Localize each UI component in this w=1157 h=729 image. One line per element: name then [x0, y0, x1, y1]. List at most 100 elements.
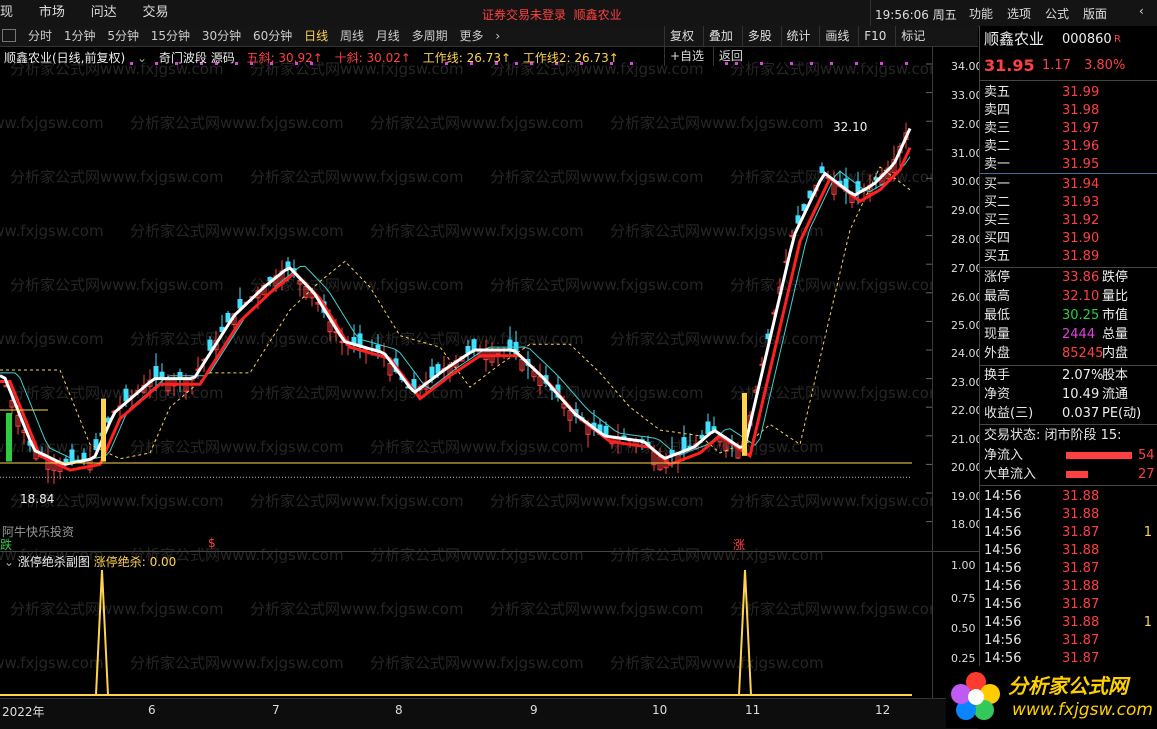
menu-formula[interactable]: 公式 [1045, 5, 1069, 22]
quote-row-value: 31.93 [1062, 195, 1100, 210]
quote-row: 买二 31.93 [980, 193, 1157, 212]
more-chevron-icon[interactable]: › [491, 26, 504, 46]
layout-icon[interactable] [2, 29, 16, 42]
main-legend: 顺鑫农业(日线,前复权) ⌄ 奇门波段 源码 五斜: 30.92↑ 十斜: 30… [4, 49, 627, 66]
watermark-author: 阿牛快乐投资 [2, 525, 75, 539]
menu-options[interactable]: 选项 [1007, 5, 1031, 22]
sub-value: 涨停绝杀: 0.00 [93, 555, 177, 569]
kline-chart-area[interactable]: 分析家公式网www.fxjgsw.com 分析家公式网www.fxjgsw.com… [0, 46, 932, 698]
candle-body [471, 339, 477, 351]
signal-dot [790, 62, 793, 65]
watermark-text: 分析家公式网www.fxjgsw.com [10, 600, 224, 618]
quote-row-label: 14:56 [984, 579, 1022, 594]
period-more[interactable]: 更多 [455, 26, 487, 46]
period-15min[interactable]: 15分钟 [147, 26, 194, 46]
quote-row-value: 31.87 [1062, 561, 1100, 576]
quote-row-label: 卖三 [984, 121, 1011, 136]
watermark-text: 分析家公式网www.fxjgsw.com [730, 600, 932, 618]
last-price: 31.95 [984, 56, 1035, 75]
watermark-text: 分析家公式网www.fxjgsw.com [490, 276, 704, 294]
watermark-text: 分析家公式网www.fxjgsw.com [10, 168, 224, 186]
watermark-text: 分析家公式网www.fxjgsw.com [130, 438, 344, 456]
low-price-label: 18.84 [20, 492, 55, 506]
ma-red-line [0, 146, 912, 472]
price-change: 1.17 [1042, 58, 1071, 73]
divider-book [980, 173, 1157, 174]
quote-row-label: 14:56 [984, 489, 1022, 504]
kline-svg[interactable]: 分析家公式网www.fxjgsw.com 分析家公式网www.fxjgsw.com… [0, 46, 932, 698]
quote-row: 卖四 31.98 [980, 101, 1157, 120]
tool-multistock[interactable]: 多股 [741, 26, 777, 46]
quote-row-value: 31.96 [1062, 139, 1100, 154]
watermark-text: 分析家公式网www.fxjgsw.com [370, 114, 584, 132]
quote-row-value: 31.94 [1062, 177, 1100, 192]
quote-row: 买三 31.92 [980, 211, 1157, 230]
quote-row-label: 外盘 [984, 346, 1011, 361]
period-5min[interactable]: 5分钟 [103, 26, 143, 46]
login-status[interactable]: 证券交易未登录 顺鑫农业 [482, 6, 622, 23]
period-monthly[interactable]: 月线 [372, 26, 404, 46]
quote-row-extra: 跌停 [1102, 270, 1129, 285]
price-tick-label: 21.00 [951, 433, 983, 446]
stock-name: 顺鑫农业 [984, 30, 1045, 48]
quote-row-value: 10.49 [1062, 387, 1100, 402]
tool-stats[interactable]: 统计 [780, 26, 816, 46]
signal-bar-yellow [742, 392, 747, 456]
watermark-text: 分析家公式网www.fxjgsw.com [370, 330, 584, 348]
sub-title[interactable]: 涨停绝杀副图 [18, 555, 90, 569]
watermark-text: 分析家公式网www.fxjgsw.com [130, 222, 344, 240]
candle-body [123, 388, 129, 402]
period-weekly[interactable]: 周线 [336, 26, 368, 46]
legend-shixie: 十斜: 30.02↑ [334, 51, 411, 65]
period-daily[interactable]: 日线 [300, 26, 332, 46]
period-multi[interactable]: 多周期 [408, 26, 452, 46]
period-1min[interactable]: 1分钟 [60, 26, 100, 46]
tick-row: 14:56 31.87 [980, 631, 1157, 650]
tool-fuquan[interactable]: 复权 [664, 26, 699, 46]
tool-f10[interactable]: F10 [858, 26, 891, 46]
legend-work-line: 工作线: 26.73↑ [422, 51, 512, 65]
tick-row: 14:56 31.88 [980, 541, 1157, 560]
period-60min[interactable]: 60分钟 [249, 26, 296, 46]
quote-row: 现量 2444 总量 [980, 325, 1157, 344]
menu-item-market[interactable]: 市场 [39, 0, 65, 26]
quote-row-value: 31.88 [1062, 579, 1100, 594]
formula-name[interactable]: 奇门波段 源码 [159, 51, 235, 65]
ma-cyan-line [0, 156, 911, 462]
tick-row: 14:56 31.87 [980, 559, 1157, 578]
tool-mark[interactable]: 标记 [895, 26, 930, 46]
tool-overlay[interactable]: 叠加 [702, 26, 738, 46]
quote-row-label: 买五 [984, 249, 1011, 264]
quote-row-value: 31.92 [1062, 213, 1100, 228]
quote-row-label: 大单流入 [984, 467, 1037, 482]
quote-row-value: 30.25 [1062, 308, 1100, 323]
menu-item-now[interactable]: 现 [0, 0, 13, 26]
quote-row-value: 31.89 [1062, 249, 1100, 264]
menu-function[interactable]: 功能 [969, 5, 993, 22]
watermark-text: 分析家公式网www.fxjgsw.com [10, 276, 224, 294]
price-tick-label: 26.00 [951, 291, 983, 304]
sub-toggle-icon[interactable]: ⌄ [4, 555, 14, 569]
x-label-year: 2022年 [2, 705, 45, 719]
quote-row-label: 涨停 [984, 270, 1011, 285]
period-30min[interactable]: 30分钟 [198, 26, 245, 46]
watermark-text: 分析家公式网www.fxjgsw.com [0, 330, 104, 348]
time-axis: 2022年 6 7 8 9 10 11 12 [0, 698, 978, 729]
period-fenshi[interactable]: 分时 [24, 26, 56, 46]
quote-row: 买一 31.94 [980, 175, 1157, 194]
axis-divider [933, 551, 979, 552]
signal-dot [735, 62, 738, 65]
sub-tick-label: 1.00 [951, 559, 976, 572]
collapse-chevron-icon[interactable]: ‹ [1139, 4, 1144, 18]
watermark-text: 分析家公式网www.fxjgsw.com [610, 114, 824, 132]
quote-row-label: 净流入 [984, 448, 1024, 463]
divider-state [980, 424, 1157, 425]
menu-item-trade[interactable]: 交易 [143, 0, 169, 26]
menu-layout[interactable]: 版面 [1083, 5, 1107, 22]
formula-toggle-icon[interactable]: ⌄ [137, 51, 147, 65]
menu-item-wenda[interactable]: 问达 [91, 0, 117, 26]
tool-draw[interactable]: 画线 [819, 26, 854, 46]
x-label-10: 10 [652, 703, 668, 717]
tick-row: 14:56 31.88 1 [980, 613, 1157, 632]
watermark-text: 分析家公式网www.fxjgsw.com [370, 654, 584, 672]
